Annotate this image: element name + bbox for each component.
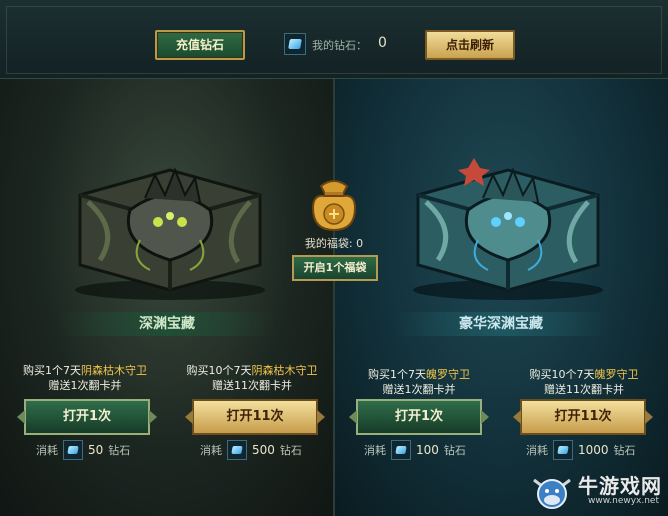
watermark-site-name: 牛游戏网 <box>578 474 662 498</box>
desc-item-name: 阴森枯木守卫 <box>251 364 318 377</box>
lucky-bag-count: 我的福袋: 0 <box>304 237 364 250</box>
arrow-left-icon <box>185 410 193 424</box>
diamond-icon <box>553 440 573 460</box>
recharge-diamonds-button[interactable]: 充值钻石 <box>155 30 245 60</box>
abyss-chest-icon[interactable] <box>60 140 280 305</box>
arrow-right-icon <box>645 410 653 424</box>
desc-prefix: 购买10个7天 <box>529 368 595 381</box>
top-bar: 充值钻石 我的钻石： 0 点击刷新 <box>0 0 668 79</box>
cost-prefix: 消耗 <box>364 444 386 457</box>
deluxe-open-11-button[interactable]: 打开11次 <box>513 399 653 435</box>
cost-value: 1000 <box>578 443 609 457</box>
desc-prefix: 购买10个7天 <box>186 364 252 377</box>
desc-bonus: 赠送1次翻卡并 <box>48 379 122 392</box>
watermark-cow-logo-icon <box>533 478 571 509</box>
arrow-right-icon <box>481 410 489 424</box>
desc-item-name: 阴森枯木守卫 <box>81 364 147 377</box>
cost-prefix: 消耗 <box>36 444 58 457</box>
desc-prefix: 购买1个7天 <box>23 364 81 377</box>
deluxe-abyss-treasure-title: 豪华深渊宝藏 <box>394 312 608 336</box>
desc-bonus: 赠送1次翻卡并 <box>382 383 456 396</box>
diamond-icon <box>284 33 306 55</box>
arrow-left-icon <box>349 410 357 424</box>
cost-unit: 钻石 <box>279 444 302 457</box>
diamond-icon <box>63 440 83 460</box>
cost-unit: 钻石 <box>108 444 131 457</box>
left-multi-description: 购买10个7天阴森枯木守卫 赠送11次翻卡并 <box>172 363 332 393</box>
abyss-open-1-button[interactable]: 打开1次 <box>17 399 157 435</box>
cost-unit: 钻石 <box>613 444 636 457</box>
deluxe-open-1-cost: 消耗 100 钻石 <box>364 440 466 460</box>
button-label: 打开1次 <box>394 409 444 424</box>
panel-divider <box>333 79 335 516</box>
lucky-bag-icon[interactable] <box>303 174 365 234</box>
desc-item-name: 魄罗守卫 <box>426 368 470 381</box>
desc-prefix: 购买1个7天 <box>368 368 426 381</box>
cost-value: 500 <box>252 443 275 457</box>
cost-prefix: 消耗 <box>526 444 548 457</box>
arrow-right-icon <box>149 410 157 424</box>
arrow-left-icon <box>513 410 521 424</box>
deluxe-abyss-chest-icon[interactable] <box>398 140 618 305</box>
desc-bonus: 赠送11次翻卡并 <box>212 379 292 392</box>
abyss-treasure-title: 深渊宝藏 <box>60 312 274 336</box>
diamond-icon <box>227 440 247 460</box>
refresh-button[interactable]: 点击刷新 <box>425 30 515 60</box>
desc-bonus: 赠送11次翻卡并 <box>544 383 624 396</box>
treasure-page: 充值钻石 我的钻石： 0 点击刷新 我的福袋: 0 开启1个福袋 深渊宝藏 豪华… <box>0 0 668 516</box>
right-single-description: 购买1个7天魄罗守卫 赠送1次翻卡并 <box>344 367 494 397</box>
left-single-description: 购买1个7天阴森枯木守卫 赠送1次翻卡并 <box>10 363 160 393</box>
abyss-open-11-cost: 消耗 500 钻石 <box>200 440 302 460</box>
desc-item-name: 魄罗守卫 <box>594 368 639 381</box>
my-diamonds-value: 0 <box>378 35 387 51</box>
my-diamonds-label: 我的钻石： <box>312 39 367 52</box>
watermark-url: www.newyx.net <box>588 496 660 506</box>
arrow-left-icon <box>17 410 25 424</box>
deluxe-open-11-cost: 消耗 1000 钻石 <box>526 440 636 460</box>
button-label: 打开11次 <box>554 409 612 424</box>
button-label: 打开11次 <box>226 409 284 424</box>
arrow-right-icon <box>317 410 325 424</box>
abyss-open-1-cost: 消耗 50 钻石 <box>36 440 130 460</box>
open-lucky-bag-button[interactable]: 开启1个福袋 <box>292 255 378 281</box>
deluxe-open-1-button[interactable]: 打开1次 <box>349 399 489 435</box>
cost-value: 100 <box>416 443 439 457</box>
cost-prefix: 消耗 <box>200 444 222 457</box>
button-label: 打开1次 <box>62 409 112 424</box>
cost-value: 50 <box>88 443 104 457</box>
right-multi-description: 购买10个7天魄罗守卫 赠送11次翻卡并 <box>506 367 662 397</box>
cost-unit: 钻石 <box>443 444 466 457</box>
abyss-open-11-button[interactable]: 打开11次 <box>185 399 325 435</box>
diamond-icon <box>391 440 411 460</box>
